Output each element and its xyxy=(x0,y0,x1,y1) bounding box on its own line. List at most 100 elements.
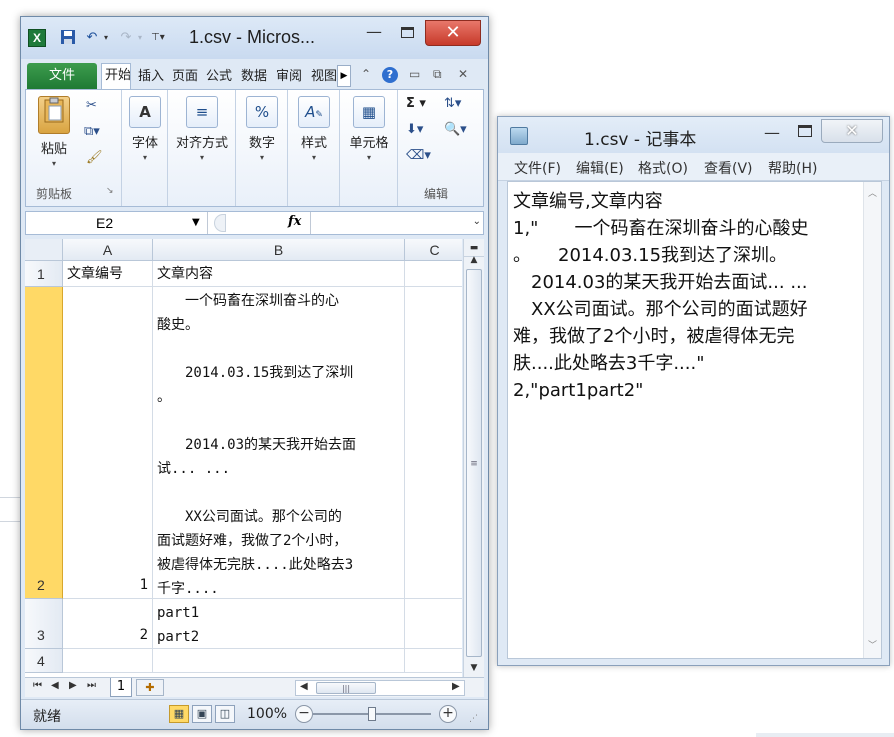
styles-button[interactable]: A✎ 样式 ▾ xyxy=(296,96,332,162)
workbook-minimize-icon[interactable]: ▭ xyxy=(409,67,420,81)
tab-scroll-right-icon[interactable]: ▶ xyxy=(337,65,351,87)
font-button[interactable]: A 字体 ▾ xyxy=(128,96,162,162)
undo-icon[interactable]: ↶ xyxy=(83,29,101,47)
undo-dropdown-icon[interactable]: ▾ xyxy=(101,29,111,47)
tab-review[interactable]: 审阅 xyxy=(276,65,302,89)
cell-c4[interactable] xyxy=(405,649,462,673)
menu-help[interactable]: 帮助(H) xyxy=(768,158,817,178)
row-header[interactable]: 1 xyxy=(25,261,63,287)
minimize-button[interactable]: — xyxy=(361,23,387,43)
row-header[interactable]: 3 xyxy=(25,599,63,649)
next-sheet-icon[interactable]: ▶ xyxy=(69,680,77,691)
scroll-thumb[interactable]: ≡ xyxy=(466,269,482,657)
excel-titlebar[interactable]: X ↶ ▾ ↷ ▾ ⊤▾ 1.csv - Micros... — ✕ xyxy=(21,17,488,59)
name-box[interactable]: E2 xyxy=(26,212,208,234)
help-icon[interactable]: ? xyxy=(382,67,398,83)
tab-page-layout[interactable]: 页面 xyxy=(172,65,198,89)
horizontal-scrollbar[interactable]: ◀ ||| ▶ xyxy=(295,680,465,696)
zoom-slider[interactable] xyxy=(313,707,431,721)
menu-file[interactable]: 文件(F) xyxy=(514,158,561,178)
chevron-down-icon[interactable]: ▾ xyxy=(34,159,74,168)
workbook-restore-icon[interactable]: ⧉ xyxy=(433,67,442,82)
excel-app-icon[interactable]: X xyxy=(28,29,46,47)
minimize-ribbon-icon[interactable]: ⌃ xyxy=(361,67,371,81)
zoom-level[interactable]: 100% xyxy=(247,706,287,722)
cell-b3[interactable]: part1 part2 xyxy=(153,599,405,649)
column-header-a[interactable]: A xyxy=(63,239,153,261)
tab-view[interactable]: 视图 xyxy=(311,65,337,89)
expand-formula-bar-icon[interactable]: ⌄ xyxy=(473,216,481,227)
menu-edit[interactable]: 编辑(E) xyxy=(576,158,624,178)
resize-grip-icon[interactable]: ⋰ xyxy=(469,714,478,724)
vertical-scrollbar[interactable]: ︿ ﹀ xyxy=(863,182,881,658)
page-layout-view-icon[interactable]: ▣ xyxy=(192,705,212,723)
insert-function-icon[interactable]: fx xyxy=(288,214,301,229)
insert-sheet-icon[interactable]: ✚ xyxy=(136,679,164,696)
chevron-down-icon[interactable]: ▼ xyxy=(192,212,200,234)
cell-b1[interactable]: 文章内容 xyxy=(153,261,405,287)
menu-view[interactable]: 查看(V) xyxy=(704,158,753,178)
copy-icon[interactable]: ⧉▾ xyxy=(84,124,100,139)
cell-a1[interactable]: 文章编号 xyxy=(63,261,153,287)
tab-data[interactable]: 数据 xyxy=(241,65,267,89)
tab-insert[interactable]: 插入 xyxy=(138,65,164,89)
zoom-out-icon[interactable]: − xyxy=(295,705,313,723)
notepad-titlebar[interactable]: 1.csv - 记事本 — ✕ xyxy=(498,117,889,153)
cell-b2[interactable]: 一个码畜在深圳奋斗的心 酸史。 2014.03.15我到达了深圳 。 2014.… xyxy=(153,287,405,599)
zoom-slider-knob[interactable] xyxy=(368,707,376,721)
scroll-up-icon[interactable]: ▲ xyxy=(464,251,484,269)
tab-home[interactable]: 开始 xyxy=(101,63,131,90)
menu-format[interactable]: 格式(O) xyxy=(638,158,688,178)
cut-icon[interactable]: ✂ xyxy=(86,98,97,113)
notepad-text-area[interactable]: 文章编号,文章内容 1," 一个码畜在深圳奋斗的心酸史 。 2014.03.15… xyxy=(507,181,882,659)
normal-view-icon[interactable]: ▦ xyxy=(169,705,189,723)
select-all-corner[interactable] xyxy=(25,239,63,261)
close-button[interactable]: ✕ xyxy=(821,119,883,143)
cell-a4[interactable] xyxy=(63,649,153,673)
scroll-down-icon[interactable]: ﹀ xyxy=(868,638,877,651)
notepad-app-icon[interactable] xyxy=(510,127,528,145)
horizontal-scroll-thumb[interactable]: ||| xyxy=(316,682,376,694)
tab-formulas[interactable]: 公式 xyxy=(206,65,232,89)
cell-c1[interactable] xyxy=(405,261,462,287)
redo-dropdown-icon[interactable]: ▾ xyxy=(135,29,145,47)
minimize-button[interactable]: — xyxy=(764,123,780,142)
row-header-selected[interactable]: 2 xyxy=(25,287,63,599)
formula-input[interactable] xyxy=(310,212,462,234)
autosum-icon[interactable]: Σ ▾ xyxy=(406,96,426,111)
maximize-button[interactable] xyxy=(798,125,812,137)
clear-icon[interactable]: ⌫▾ xyxy=(406,148,431,163)
sheet-tab[interactable]: 1 xyxy=(110,678,132,697)
dialog-launcher-icon[interactable]: ↘ xyxy=(106,186,114,196)
alignment-button[interactable]: ≡ 对齐方式 ▾ xyxy=(170,96,234,162)
prev-sheet-icon[interactable]: ◀ xyxy=(51,680,59,691)
cell-b4[interactable] xyxy=(153,649,405,673)
workbook-close-icon[interactable]: ✕ xyxy=(458,67,468,81)
fill-icon[interactable]: ⬇▾ xyxy=(406,122,423,137)
last-sheet-icon[interactable]: ⏭ xyxy=(87,680,96,691)
format-painter-icon[interactable]: 🖌 xyxy=(86,150,103,165)
cells-button[interactable]: ▦ 单元格 ▾ xyxy=(344,96,394,162)
first-sheet-icon[interactable]: ⏮ xyxy=(33,680,42,691)
cell-c3[interactable] xyxy=(405,599,462,649)
vertical-scrollbar[interactable]: ▬ ▲ ≡ ▼ xyxy=(463,239,484,677)
cell-c2[interactable] xyxy=(405,287,462,599)
close-button[interactable]: ✕ xyxy=(425,20,481,46)
redo-icon[interactable]: ↷ xyxy=(117,29,135,47)
cell-a3[interactable]: 2 xyxy=(63,599,153,649)
scroll-left-icon[interactable]: ◀ xyxy=(300,681,308,692)
find-select-icon[interactable]: 🔍▾ xyxy=(444,122,467,137)
cell-a2[interactable]: 1 xyxy=(63,287,153,599)
scroll-up-icon[interactable]: ︿ xyxy=(868,186,877,199)
paste-button[interactable]: 粘贴 ▾ xyxy=(34,96,74,168)
row-header[interactable]: 4 xyxy=(25,649,63,673)
save-icon[interactable] xyxy=(59,29,77,47)
customize-qat-icon[interactable]: ⊤▾ xyxy=(151,29,165,47)
worksheet-grid[interactable]: A B C 1 文章编号 文章内容 2 1 一个码畜在深圳奋斗的心 酸史。 20… xyxy=(25,239,462,677)
column-header-b[interactable]: B xyxy=(153,239,405,261)
maximize-button[interactable] xyxy=(394,23,420,43)
number-button[interactable]: % 数字 ▾ xyxy=(244,96,280,162)
formula-bar-splitter[interactable] xyxy=(214,214,226,232)
sort-filter-icon[interactable]: ⇅▾ xyxy=(444,96,461,111)
page-break-view-icon[interactable]: ◫ xyxy=(215,705,235,723)
